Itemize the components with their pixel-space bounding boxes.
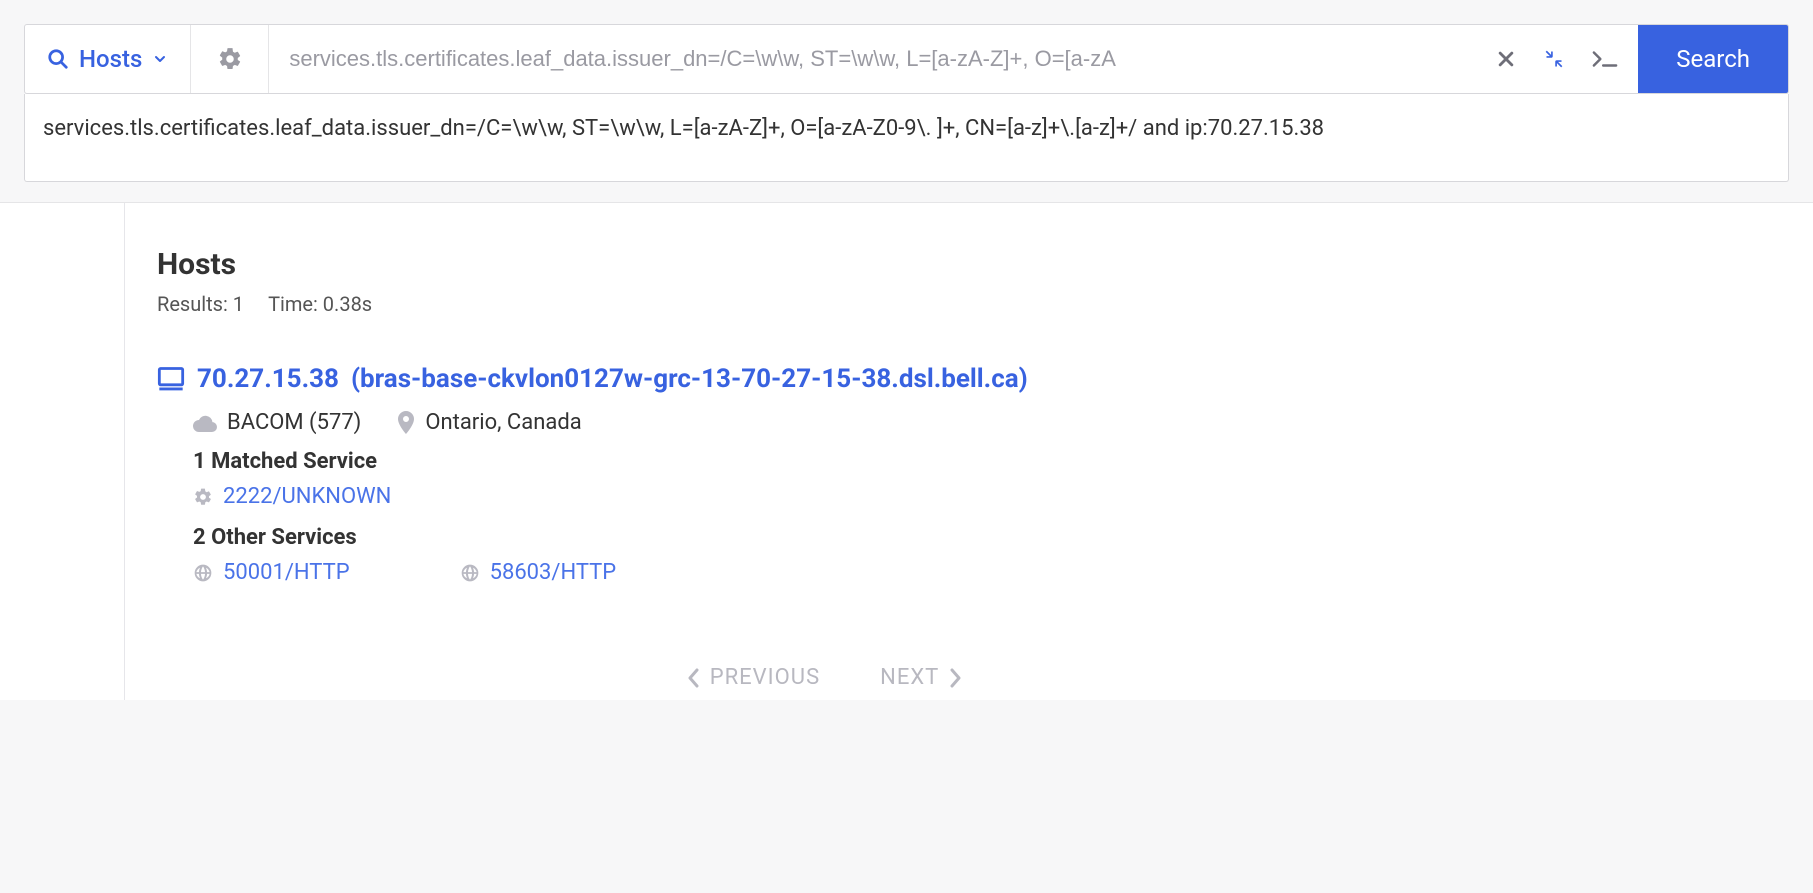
location-pin-icon	[397, 411, 415, 435]
gear-icon	[217, 46, 243, 72]
full-query-display[interactable]: services.tls.certificates.leaf_data.issu…	[24, 94, 1789, 182]
terminal-button[interactable]	[1592, 49, 1618, 69]
service-link[interactable]: 2222/UNKNOWN	[193, 484, 391, 509]
results-column: Hosts Results: 1 Time: 0.38s 70.27.15.38…	[124, 203, 1524, 700]
pagination-prev[interactable]: PREVIOUS	[686, 665, 820, 690]
host-as-info: BACOM (577)	[193, 410, 361, 435]
pagination: PREVIOUS NEXT	[157, 665, 1492, 690]
full-query-text: services.tls.certificates.leaf_data.issu…	[43, 116, 1324, 141]
results-count: Results: 1	[157, 292, 244, 316]
other-services-head: 2 Other Services	[193, 525, 1492, 550]
search-mode-dropdown[interactable]: Hosts	[25, 25, 191, 93]
search-settings-button[interactable]	[191, 25, 269, 93]
pagination-next[interactable]: NEXT	[880, 665, 963, 690]
terminal-icon	[1592, 49, 1618, 69]
pagination-prev-label: PREVIOUS	[710, 665, 820, 690]
chevron-right-icon	[949, 668, 963, 688]
collapse-button[interactable]	[1544, 49, 1564, 69]
globe-icon	[460, 563, 480, 583]
pagination-next-label: NEXT	[880, 665, 939, 690]
search-bar: Hosts	[24, 24, 1789, 94]
search-area: Hosts	[0, 0, 1813, 203]
other-services-row: 50001/HTTP 58603/HTTP	[193, 560, 1492, 585]
input-actions	[1476, 25, 1638, 93]
host-subinfo: BACOM (577) Ontario, Canada	[193, 410, 1492, 435]
close-icon	[1496, 49, 1516, 69]
service-link[interactable]: 50001/HTTP	[193, 560, 350, 585]
monitor-icon	[157, 366, 185, 392]
search-mode-label: Hosts	[79, 45, 142, 73]
host-result: 70.27.15.38 (bras-base-ckvlon0127w-grc-1…	[157, 364, 1492, 585]
results-area: Hosts Results: 1 Time: 0.38s 70.27.15.38…	[0, 203, 1813, 700]
results-time: Time: 0.38s	[268, 292, 372, 316]
results-meta: Results: 1 Time: 0.38s	[157, 292, 1492, 316]
host-title-link[interactable]: 70.27.15.38 (bras-base-ckvlon0127w-grc-1…	[157, 364, 1492, 394]
host-as-label: BACOM (577)	[227, 410, 361, 435]
chevron-down-icon	[152, 51, 168, 67]
compress-arrows-icon	[1544, 49, 1564, 69]
matched-services-head: 1 Matched Service	[193, 449, 1492, 474]
service-label: 2222/UNKNOWN	[223, 484, 391, 509]
host-location-info: Ontario, Canada	[397, 410, 581, 435]
service-link[interactable]: 58603/HTTP	[460, 560, 617, 585]
host-location-label: Ontario, Canada	[425, 410, 581, 435]
search-button[interactable]: Search	[1638, 25, 1788, 93]
search-button-label: Search	[1676, 45, 1750, 73]
search-query-input[interactable]	[269, 25, 1476, 93]
cloud-icon	[193, 414, 217, 432]
chevron-left-icon	[686, 668, 700, 688]
matched-services-row: 2222/UNKNOWN	[193, 484, 1492, 509]
globe-icon	[193, 563, 213, 583]
clear-input-button[interactable]	[1496, 49, 1516, 69]
search-icon	[47, 48, 69, 70]
page-title: Hosts	[157, 247, 1492, 282]
host-hostname: (bras-base-ckvlon0127w-grc-13-70-27-15-3…	[351, 364, 1028, 394]
service-label: 50001/HTTP	[223, 560, 350, 585]
service-label: 58603/HTTP	[490, 560, 617, 585]
gear-icon	[193, 487, 213, 507]
host-ip: 70.27.15.38	[197, 364, 339, 394]
